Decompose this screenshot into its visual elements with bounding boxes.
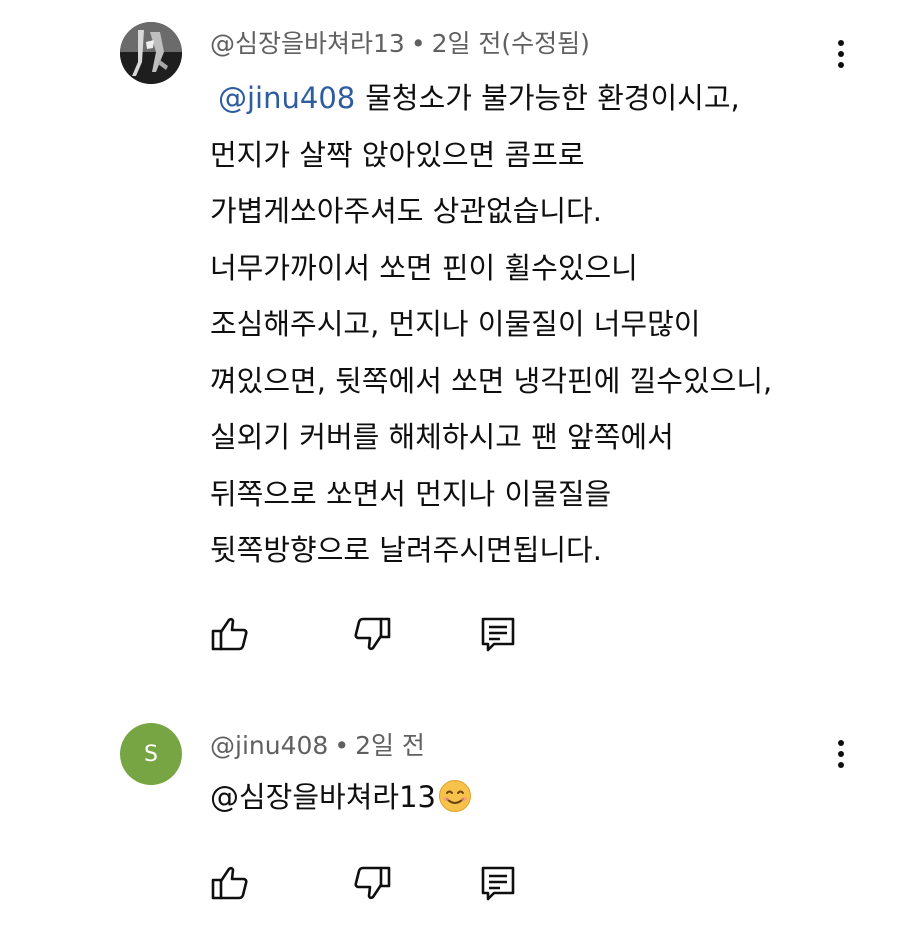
author-name[interactable]: @심장을바쳐라13 bbox=[210, 29, 405, 58]
dislike-button[interactable] bbox=[352, 863, 392, 903]
avatar-photo bbox=[120, 22, 182, 84]
avatar-letter: S bbox=[144, 741, 158, 767]
thumbs-up-icon bbox=[211, 866, 248, 900]
comment-line: 실외기 커버를 해체하시고 팬 앞쪽에서 bbox=[210, 420, 674, 454]
more-options-icon[interactable] bbox=[826, 36, 856, 72]
comment-line: 조심해주시고, 먼지나 이물질이 너무많이 bbox=[210, 307, 701, 341]
comment-line: 뒤쪽으로 쏘면서 먼지나 이물질을 bbox=[210, 476, 612, 511]
comment-body: @심장을바쳐라13 bbox=[210, 769, 472, 826]
comment-thread-item: S @jinu408 • 2일 전 @심장을바쳐라13 bbox=[0, 700, 900, 929]
comment-line: 너무가까이서 쏘면 핀이 휠수있으니 bbox=[210, 250, 638, 285]
mention-link[interactable]: @jinu408 bbox=[218, 81, 355, 115]
reply-button[interactable] bbox=[478, 863, 518, 903]
thumbs-down-icon bbox=[354, 866, 391, 900]
dislike-button[interactable] bbox=[352, 614, 392, 654]
like-button[interactable] bbox=[210, 614, 250, 654]
comment-line: 껴있으면, 뒷쪽에서 쏘면 냉각핀에 낄수있으니, bbox=[210, 363, 773, 398]
comment-line: 가볍게쏘아주셔도 상관없습니다. bbox=[210, 194, 602, 228]
comment-line: @jinu408 물청소가 불가능한 환경이시고, bbox=[218, 81, 740, 115]
meta-separator: • bbox=[410, 29, 426, 58]
comment-line: 뒷쪽방향으로 날려주시면됩니다. bbox=[210, 533, 602, 567]
like-button[interactable] bbox=[210, 863, 250, 903]
thumbs-up-icon bbox=[211, 617, 248, 651]
thumbs-down-icon bbox=[354, 617, 391, 651]
comment-meta: @jinu408 • 2일 전 bbox=[210, 731, 425, 761]
comment-body: @jinu408 물청소가 불가능한 환경이시고, 먼지가 살짝 앉아있으면 콤프… bbox=[210, 70, 772, 579]
avatar[interactable]: S bbox=[120, 723, 182, 785]
comment-timestamp: 2일 전 bbox=[355, 731, 425, 760]
reply-button[interactable] bbox=[478, 614, 518, 654]
author-name[interactable]: @jinu408 bbox=[210, 731, 328, 760]
smiling-face-emoji bbox=[438, 780, 471, 812]
comment-line: 먼지가 살짝 앉아있으면 콤프로 bbox=[210, 137, 585, 172]
avatar[interactable] bbox=[120, 22, 182, 84]
meta-separator: • bbox=[334, 731, 350, 760]
comment-timestamp: 2일 전(수정됨) bbox=[431, 29, 590, 58]
more-options-icon[interactable] bbox=[826, 736, 856, 772]
comment-thread-item: @심장을바쳐라13 • 2일 전(수정됨) @jinu408 물청소가 불가능한 환경… bbox=[0, 0, 900, 690]
comment-reply-icon bbox=[481, 617, 515, 652]
comment-line: @심장을바쳐라13 bbox=[210, 769, 472, 826]
comment-reply-icon bbox=[481, 866, 515, 901]
comment-meta: @심장을바쳐라13 • 2일 전(수정됨) bbox=[210, 29, 590, 59]
